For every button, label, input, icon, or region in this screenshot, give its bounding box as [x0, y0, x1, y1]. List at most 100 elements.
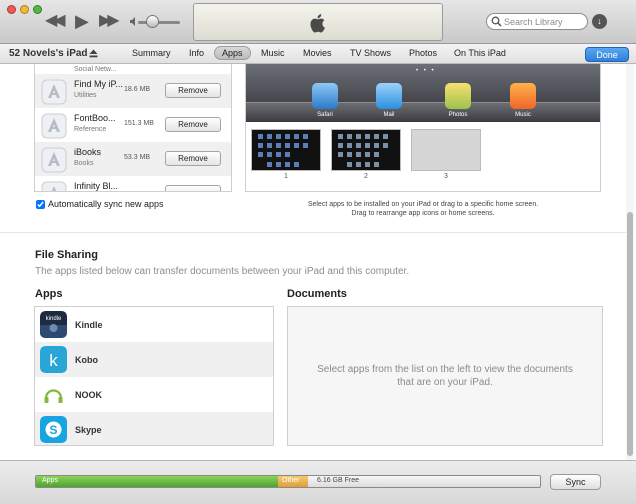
app-list: Social Netw... Find My iP... Utilities 1…: [34, 64, 232, 192]
file-sharing-description: The apps listed below can transfer docum…: [35, 266, 410, 277]
app-category: Books: [74, 160, 94, 167]
app-name: Kindle: [75, 320, 103, 330]
app-name: FontBoo...: [74, 113, 116, 123]
apple-logo-icon: [310, 14, 325, 33]
app-size: 151.3 MB: [124, 120, 154, 127]
volume-slider[interactable]: [138, 21, 180, 24]
list-item[interactable]: Infinity Bl...: [35, 176, 231, 191]
home-screen-thumbnail[interactable]: [251, 129, 321, 171]
list-item[interactable]: Social Netw...: [35, 64, 231, 74]
hint-line: Select apps to be installed on your iPad…: [307, 201, 539, 208]
app-size: 53.3 MB: [124, 154, 151, 161]
auto-sync-checkbox[interactable]: [36, 200, 45, 209]
hint-line: Drag to rearrange app icons or home scre…: [351, 210, 495, 217]
page-number: 2: [364, 173, 368, 180]
svg-text:kindle: kindle: [46, 316, 62, 322]
dock: [246, 102, 600, 122]
close-window-button[interactable]: [7, 5, 16, 14]
page-number: 1: [284, 173, 288, 180]
dock-label: Safari: [317, 112, 333, 118]
message-line: Select apps from the list on the left to…: [317, 364, 573, 375]
tab-music[interactable]: Music: [261, 48, 285, 58]
sync-button[interactable]: Sync: [550, 474, 601, 490]
app-name: iBooks: [74, 147, 102, 157]
home-screen-panel: • • • Safari Mail Photos Music 1 2 3: [245, 64, 601, 192]
app-name: Kobo: [75, 355, 98, 365]
app-name: Skype: [75, 425, 102, 435]
app-name: Infinity Bl...: [74, 181, 119, 191]
kindle-icon: kindle: [40, 311, 67, 338]
app-grid-thumbnail: [338, 134, 388, 167]
app-placeholder-icon: [41, 147, 67, 173]
remove-button[interactable]: Remove: [165, 117, 221, 132]
list-item[interactable]: k Kobo: [35, 342, 273, 377]
list-item[interactable]: FontBoo... Reference 151.3 MB Remove: [35, 108, 231, 142]
next-track-icon[interactable]: ▶▶: [99, 13, 120, 29]
mail-app-icon[interactable]: [376, 83, 402, 109]
list-item[interactable]: Find My iP... Utilities 18.6 MB Remove: [35, 74, 231, 108]
list-item[interactable]: NOOK: [35, 377, 273, 412]
nook-icon: [40, 381, 67, 408]
app-category: Reference: [74, 126, 107, 133]
volume-low-icon: [130, 17, 135, 26]
apps-heading: Apps: [35, 288, 63, 300]
app-size: 18.6 MB: [124, 86, 151, 93]
app-placeholder-icon: [41, 113, 67, 139]
tab-info[interactable]: Info: [189, 48, 204, 58]
app-placeholder-icon: [41, 181, 67, 191]
safari-app-icon[interactable]: [312, 83, 338, 109]
zoom-window-button[interactable]: [33, 5, 42, 14]
documents-heading: Documents: [287, 288, 347, 300]
documents-empty-message: Select apps from the list on the left to…: [288, 363, 602, 389]
file-sharing-app-list: kindle Kindle k Kobo NOOK S Skype: [34, 306, 274, 446]
minimize-window-button[interactable]: [20, 5, 29, 14]
eject-icon[interactable]: [89, 49, 98, 58]
section-divider: [0, 232, 626, 233]
device-tab-bar: 52 Novels's iPad Summary Info Apps Music…: [0, 44, 636, 64]
kobo-icon: k: [40, 346, 67, 373]
app-name: NOOK: [75, 390, 102, 400]
done-button[interactable]: Done: [585, 47, 629, 62]
auto-sync-label: Automatically sync new apps: [48, 199, 164, 209]
downloads-icon[interactable]: ↓: [592, 14, 607, 29]
tab-photos[interactable]: Photos: [409, 48, 437, 58]
dock-label: Photos: [448, 112, 468, 118]
home-screen-hint: Select apps to be installed on your iPad…: [245, 200, 601, 218]
tab-movies[interactable]: Movies: [303, 48, 332, 58]
tab-apps[interactable]: Apps: [214, 46, 251, 60]
home-screen-thumbnail[interactable]: [411, 129, 481, 171]
remove-button[interactable]: Remove: [165, 83, 221, 98]
capacity-bar: Apps Other 6.16 GB Free: [35, 475, 541, 488]
search-field[interactable]: [486, 13, 588, 30]
tab-on-this-ipad[interactable]: On This iPad: [454, 48, 506, 58]
page-number: 3: [444, 173, 448, 180]
photos-app-icon[interactable]: [445, 83, 471, 109]
search-input[interactable]: [504, 15, 584, 28]
documents-pane: Select apps from the list on the left to…: [287, 306, 603, 446]
app-category: Social Netw...: [74, 66, 117, 73]
page-scrollbar-thumb[interactable]: [627, 212, 633, 456]
message-line: that are on your iPad.: [397, 377, 493, 388]
skype-icon: S: [40, 416, 67, 443]
ipad-home-screen-preview[interactable]: • • •: [246, 64, 600, 122]
list-item[interactable]: iBooks Books 53.3 MB Remove: [35, 142, 231, 176]
page-indicator: • • •: [416, 68, 436, 74]
list-item[interactable]: kindle Kindle: [35, 307, 273, 342]
remove-button[interactable]: [165, 185, 221, 191]
title-bar: ◀◀ ▶ ▶▶ ↓: [0, 0, 636, 44]
app-category: Utilities: [74, 92, 97, 99]
search-icon: [491, 16, 502, 27]
app-placeholder-icon: [41, 79, 67, 105]
free-space-label: 6.16 GB Free: [316, 477, 360, 484]
list-item[interactable]: S Skype: [35, 412, 273, 445]
tab-summary[interactable]: Summary: [132, 48, 171, 58]
play-icon[interactable]: ▶: [75, 12, 89, 30]
remove-button[interactable]: Remove: [165, 151, 221, 166]
music-app-icon[interactable]: [510, 83, 536, 109]
svg-text:S: S: [49, 423, 57, 437]
device-name[interactable]: 52 Novels's iPad: [9, 48, 88, 59]
tab-tv-shows[interactable]: TV Shows: [350, 48, 391, 58]
previous-track-icon[interactable]: ◀◀: [45, 13, 66, 29]
volume-slider-knob[interactable]: [146, 15, 159, 28]
home-screen-thumbnail[interactable]: [331, 129, 401, 171]
